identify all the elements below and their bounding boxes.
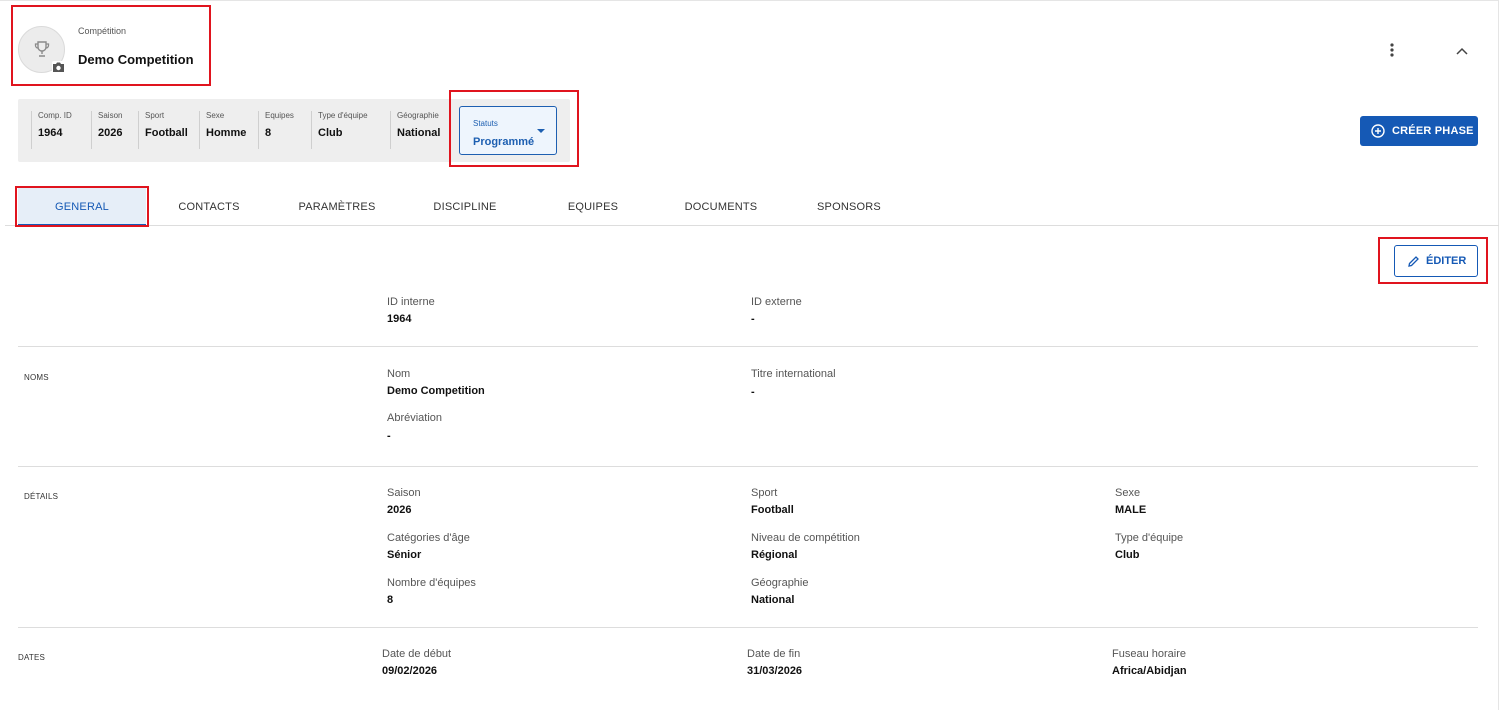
season-label: Saison (387, 487, 421, 499)
end-date-value: 31/03/2026 (747, 665, 803, 677)
team-count-value: 8 (387, 594, 394, 606)
end-date-label: Date de fin (747, 648, 801, 660)
edit-button[interactable]: ÉDITER (1394, 245, 1478, 277)
age-categories-label: Catégories d'âge (387, 532, 470, 544)
international-title-label: Titre international (751, 368, 836, 380)
header-label: Compétition (78, 26, 127, 36)
tabs-divider (5, 225, 1499, 226)
internal-id-value: 1964 (387, 313, 412, 325)
chevron-up-icon[interactable] (1454, 44, 1470, 58)
upload-photo-button[interactable] (52, 61, 65, 73)
edit-label: ÉDITER (1426, 255, 1467, 267)
sex-value: MALE (1115, 504, 1147, 516)
caret-down-icon (537, 129, 545, 133)
geography-label: Géographie (751, 577, 809, 589)
start-date-label: Date de début (382, 648, 452, 660)
summary-season: Saison 2026 (91, 111, 122, 149)
more-vertical-icon[interactable] (1384, 42, 1400, 58)
tab-equipes[interactable]: EQUIPES (548, 188, 638, 226)
summary-comp-id: Comp. ID 1964 (31, 111, 72, 149)
season-value: 2026 (387, 504, 412, 516)
tab-documents[interactable]: DOCUMENTS (668, 188, 774, 226)
summary-sport: Sport Football (138, 111, 188, 149)
abbreviation-value: - (387, 430, 391, 442)
external-id-value: - (751, 313, 755, 325)
team-type-value: Club (1115, 549, 1140, 561)
section-title-dates: DATES (18, 653, 46, 662)
name-value: Demo Competition (387, 385, 485, 397)
international-title-value: - (751, 386, 755, 398)
name-label: Nom (387, 368, 411, 380)
team-count-label: Nombre d'équipes (387, 577, 476, 589)
create-phase-button[interactable]: CRÉER PHASE (1360, 116, 1478, 146)
section-divider (18, 627, 1478, 628)
summary-team-type: Type d'équipe Club (311, 111, 368, 149)
abbreviation-label: Abréviation (387, 412, 443, 424)
geography-value: National (751, 594, 795, 606)
tab-general[interactable]: GENERAL (18, 188, 146, 226)
tab-sponsors[interactable]: SPONSORS (802, 188, 896, 226)
timezone-value: Africa/Abidjan (1112, 665, 1187, 677)
competition-level-value: Régional (751, 549, 798, 561)
start-date-value: 09/02/2026 (382, 665, 438, 677)
age-categories-value: Sénior (387, 549, 422, 561)
plus-circle-icon (1371, 124, 1385, 138)
tab-parametres[interactable]: PARAMÈTRES (285, 188, 389, 226)
section-divider (18, 346, 1478, 347)
status-value: Programmé (473, 136, 535, 148)
sex-label: Sexe (1115, 487, 1141, 499)
external-id-label: ID externe (751, 296, 802, 308)
create-phase-label: CRÉER PHASE (1392, 125, 1474, 137)
status-label: Statuts (473, 119, 498, 128)
internal-id-label: ID interne (387, 296, 435, 308)
competition-level-label: Niveau de compétition (751, 532, 860, 544)
summary-geography: Géographie National (390, 111, 440, 149)
team-type-label: Type d'équipe (1115, 532, 1184, 544)
section-divider (18, 466, 1478, 467)
summary-sex: Sexe Homme (199, 111, 246, 149)
summary-teams: Equipes 8 (258, 111, 294, 149)
sport-value: Football (751, 504, 794, 516)
section-title-details: DÉTAILS (24, 492, 59, 501)
timezone-label: Fuseau horaire (1112, 648, 1186, 660)
section-title-noms: NOMS (24, 373, 49, 382)
frame-border-top (0, 0, 1499, 1)
pencil-icon (1408, 256, 1419, 267)
camera-icon (53, 62, 64, 72)
status-select[interactable]: Statuts Programmé (459, 106, 557, 155)
tab-discipline[interactable]: DISCIPLINE (415, 188, 515, 226)
competition-title: Demo Competition (78, 52, 194, 67)
tab-contacts[interactable]: CONTACTS (160, 188, 258, 226)
trophy-icon (34, 41, 50, 57)
sport-label: Sport (751, 487, 778, 499)
